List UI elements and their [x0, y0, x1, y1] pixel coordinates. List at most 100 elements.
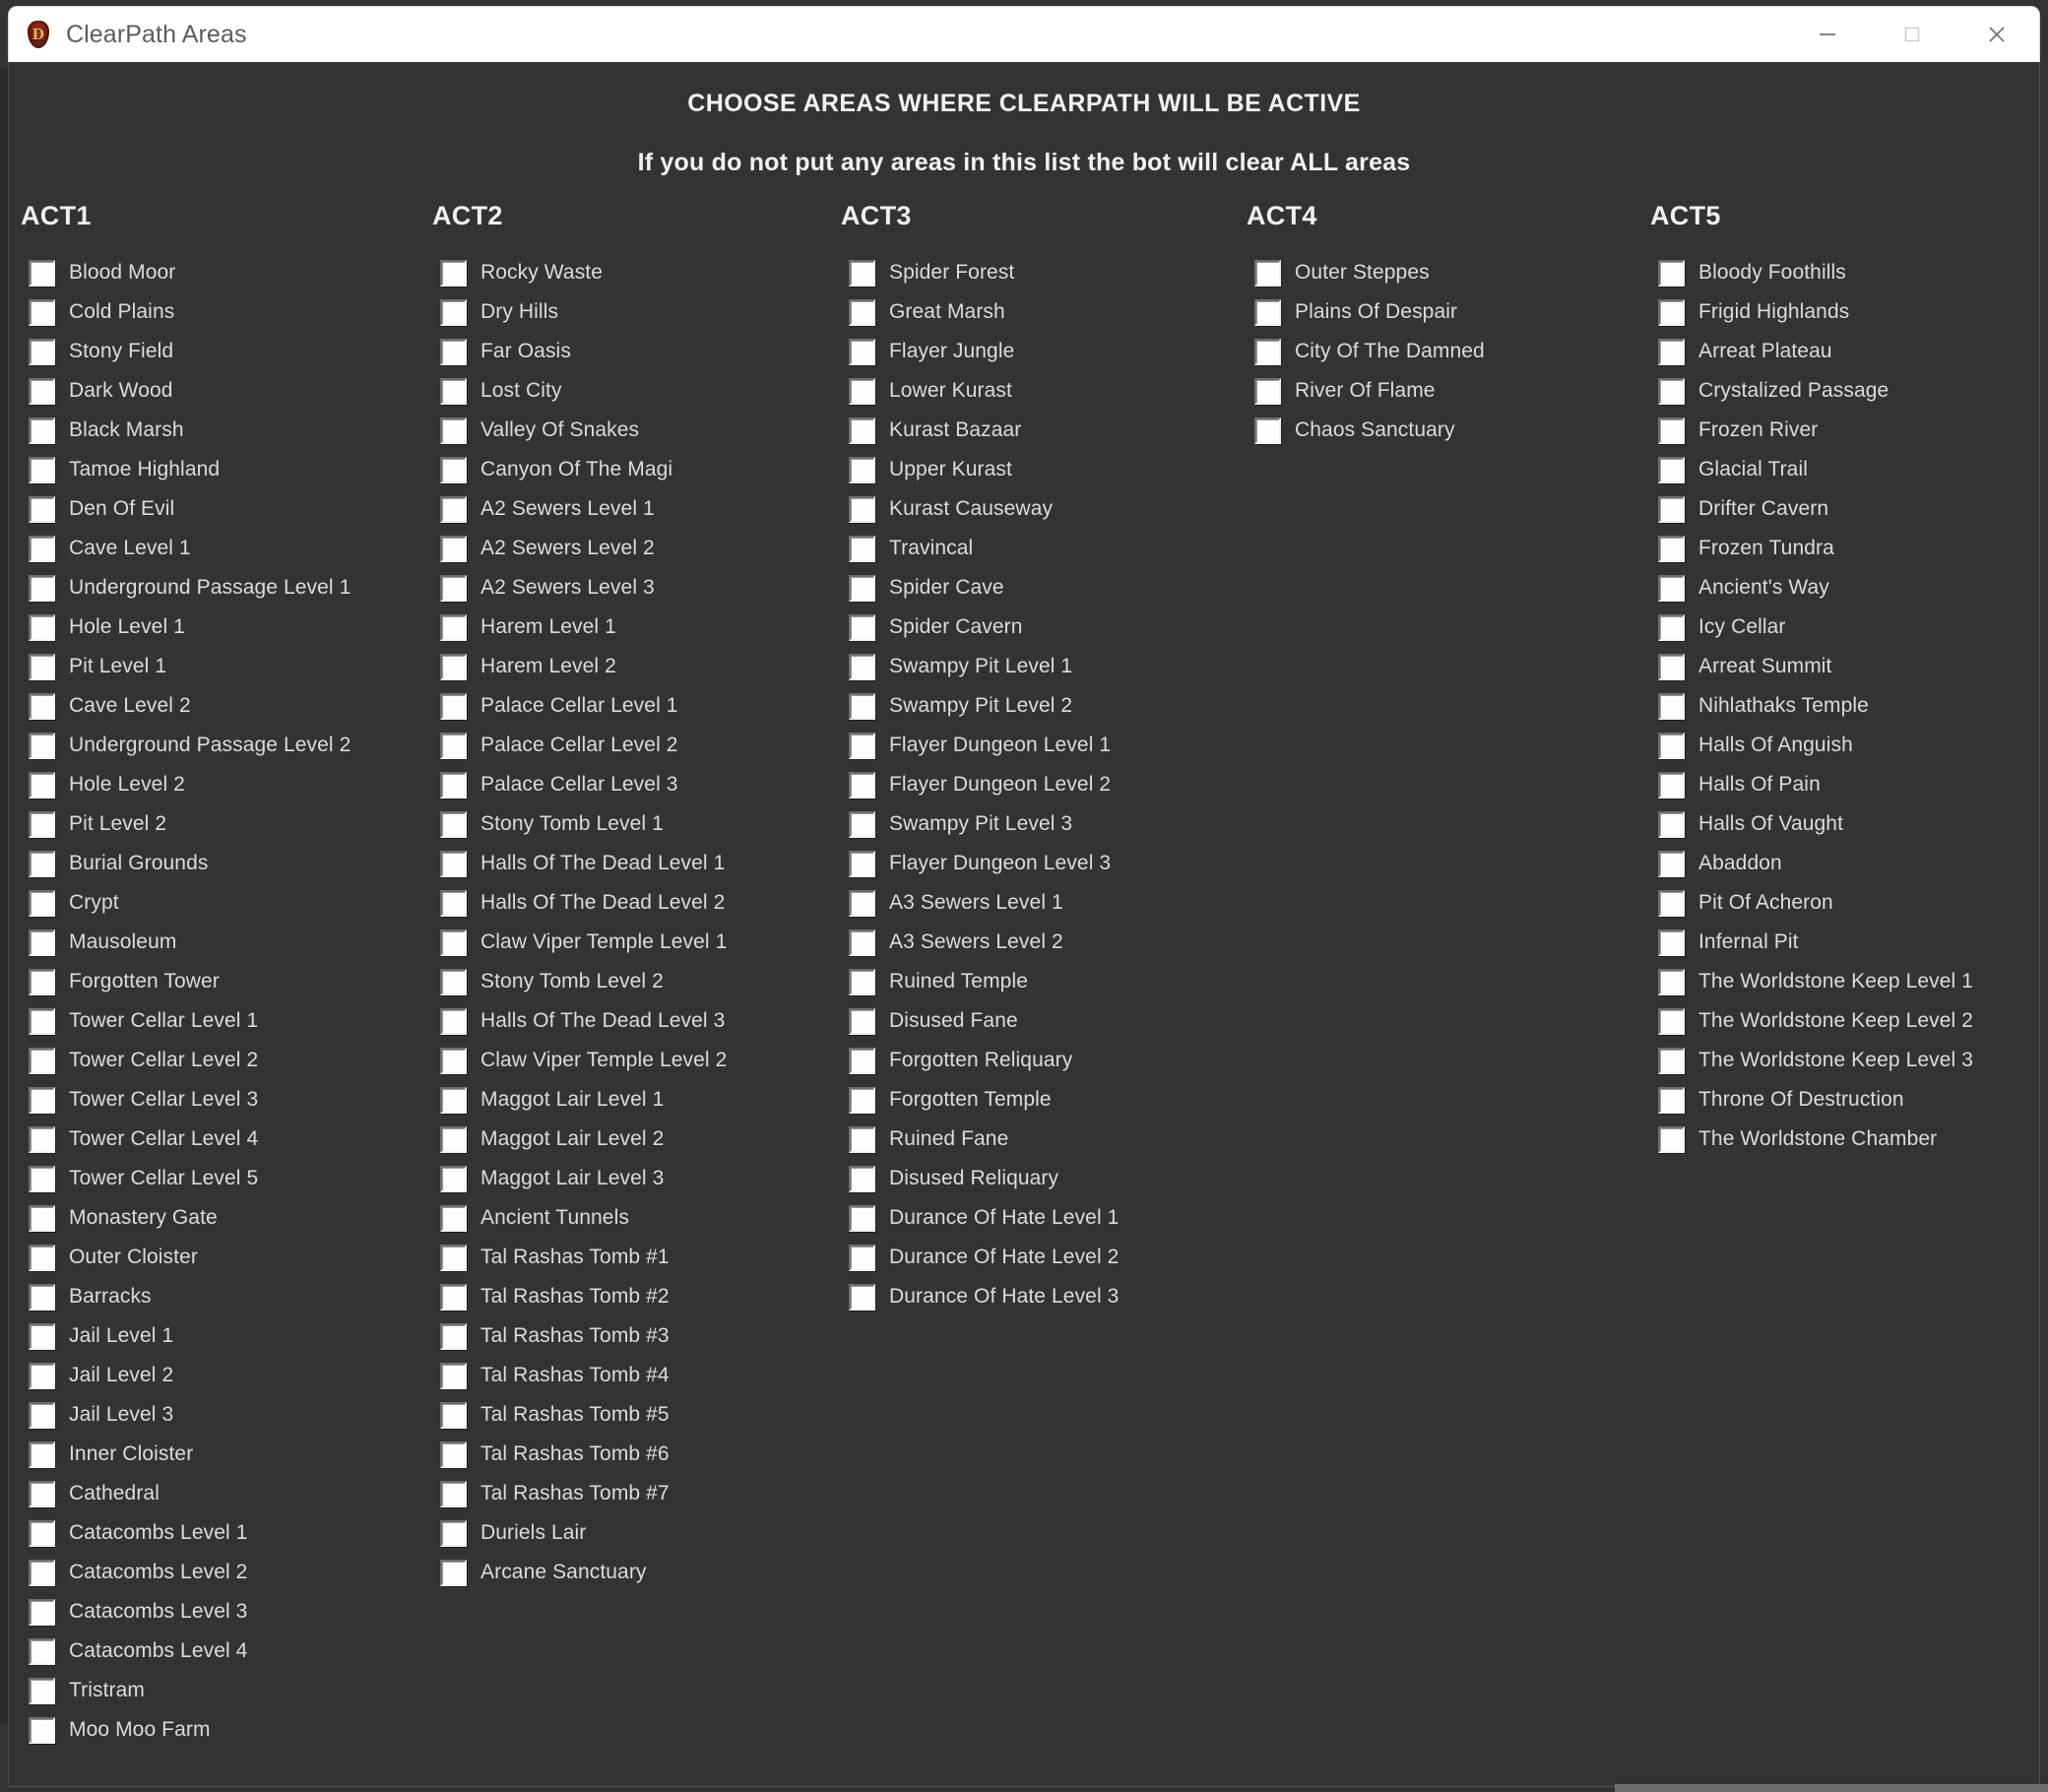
area-checkbox-row[interactable]: Pit Level 2 [9, 804, 422, 844]
checkbox-unchecked-icon[interactable] [1658, 1007, 1685, 1035]
area-checkbox-row[interactable]: Tal Rashas Tomb #5 [420, 1395, 834, 1435]
checkbox-unchecked-icon[interactable] [1254, 259, 1281, 287]
area-checkbox-row[interactable]: Infernal Pit [1638, 923, 2039, 962]
area-checkbox-row[interactable]: Halls Of Vaught [1638, 804, 2039, 844]
checkbox-unchecked-icon[interactable] [1658, 495, 1685, 523]
checkbox-unchecked-icon[interactable] [29, 456, 55, 483]
checkbox-unchecked-icon[interactable] [440, 535, 467, 562]
area-checkbox-row[interactable]: Arreat Summit [1638, 647, 2039, 686]
area-checkbox-row[interactable]: Hole Level 1 [9, 608, 422, 647]
area-checkbox-row[interactable]: Palace Cellar Level 1 [420, 686, 834, 726]
checkbox-unchecked-icon[interactable] [440, 495, 467, 523]
area-checkbox-row[interactable]: Jail Level 1 [9, 1316, 422, 1356]
area-checkbox-row[interactable]: A2 Sewers Level 2 [420, 529, 834, 568]
area-checkbox-row[interactable]: Blood Moor [9, 253, 422, 292]
checkbox-unchecked-icon[interactable] [1658, 259, 1685, 287]
area-checkbox-row[interactable]: The Worldstone Chamber [1638, 1120, 2039, 1159]
checkbox-unchecked-icon[interactable] [849, 850, 875, 877]
area-checkbox-row[interactable]: Tal Rashas Tomb #4 [420, 1356, 834, 1395]
area-checkbox-row[interactable]: Flayer Dungeon Level 1 [829, 726, 1243, 765]
area-checkbox-row[interactable]: A3 Sewers Level 1 [829, 883, 1243, 923]
area-checkbox-row[interactable]: Ancient's Way [1638, 568, 2039, 608]
checkbox-unchecked-icon[interactable] [29, 259, 55, 287]
area-checkbox-row[interactable]: Rocky Waste [420, 253, 834, 292]
area-checkbox-row[interactable]: Halls Of The Dead Level 2 [420, 883, 834, 923]
checkbox-unchecked-icon[interactable] [29, 1637, 55, 1665]
area-checkbox-row[interactable]: Ancient Tunnels [420, 1198, 834, 1238]
area-checkbox-row[interactable]: Catacombs Level 4 [9, 1632, 422, 1671]
checkbox-unchecked-icon[interactable] [1254, 298, 1281, 326]
checkbox-unchecked-icon[interactable] [29, 968, 55, 995]
area-checkbox-row[interactable]: Maggot Lair Level 2 [420, 1120, 834, 1159]
checkbox-unchecked-icon[interactable] [849, 1125, 875, 1153]
checkbox-unchecked-icon[interactable] [849, 613, 875, 641]
area-checkbox-row[interactable]: Disused Reliquary [829, 1159, 1243, 1198]
area-checkbox-row[interactable]: Underground Passage Level 1 [9, 568, 422, 608]
checkbox-unchecked-icon[interactable] [849, 692, 875, 720]
checkbox-unchecked-icon[interactable] [440, 653, 467, 680]
checkbox-unchecked-icon[interactable] [29, 732, 55, 759]
area-checkbox-row[interactable]: Lost City [420, 371, 834, 411]
checkbox-unchecked-icon[interactable] [849, 377, 875, 405]
checkbox-unchecked-icon[interactable] [29, 495, 55, 523]
checkbox-unchecked-icon[interactable] [29, 1440, 55, 1468]
area-checkbox-row[interactable]: Swampy Pit Level 2 [829, 686, 1243, 726]
checkbox-unchecked-icon[interactable] [440, 1047, 467, 1074]
checkbox-unchecked-icon[interactable] [440, 771, 467, 799]
checkbox-unchecked-icon[interactable] [849, 259, 875, 287]
checkbox-unchecked-icon[interactable] [440, 456, 467, 483]
checkbox-unchecked-icon[interactable] [440, 298, 467, 326]
area-checkbox-row[interactable]: Claw Viper Temple Level 2 [420, 1041, 834, 1080]
checkbox-unchecked-icon[interactable] [440, 1480, 467, 1507]
checkbox-unchecked-icon[interactable] [1658, 1125, 1685, 1153]
checkbox-unchecked-icon[interactable] [440, 850, 467, 877]
area-checkbox-row[interactable]: Halls Of Pain [1638, 765, 2039, 804]
area-checkbox-row[interactable]: Spider Cave [829, 568, 1243, 608]
checkbox-unchecked-icon[interactable] [29, 377, 55, 405]
area-checkbox-row[interactable]: Ruined Fane [829, 1120, 1243, 1159]
checkbox-unchecked-icon[interactable] [1658, 850, 1685, 877]
checkbox-unchecked-icon[interactable] [1254, 377, 1281, 405]
checkbox-unchecked-icon[interactable] [849, 298, 875, 326]
checkbox-unchecked-icon[interactable] [849, 1086, 875, 1114]
area-checkbox-row[interactable]: Great Marsh [829, 292, 1243, 332]
area-checkbox-row[interactable]: Pit Level 1 [9, 647, 422, 686]
checkbox-unchecked-icon[interactable] [1658, 889, 1685, 917]
area-checkbox-row[interactable]: Drifter Cavern [1638, 489, 2039, 529]
area-checkbox-row[interactable]: Durance Of Hate Level 3 [829, 1277, 1243, 1316]
area-checkbox-row[interactable]: The Worldstone Keep Level 2 [1638, 1001, 2039, 1041]
checkbox-unchecked-icon[interactable] [29, 1559, 55, 1586]
area-checkbox-row[interactable]: A3 Sewers Level 2 [829, 923, 1243, 962]
checkbox-unchecked-icon[interactable] [29, 338, 55, 365]
area-checkbox-row[interactable]: Disused Fane [829, 1001, 1243, 1041]
checkbox-unchecked-icon[interactable] [849, 1244, 875, 1271]
checkbox-unchecked-icon[interactable] [1658, 771, 1685, 799]
checkbox-unchecked-icon[interactable] [440, 1165, 467, 1192]
area-checkbox-row[interactable]: City Of The Damned [1235, 332, 1648, 371]
checkbox-unchecked-icon[interactable] [440, 1440, 467, 1468]
area-checkbox-row[interactable]: Tal Rashas Tomb #6 [420, 1435, 834, 1474]
area-checkbox-row[interactable]: Palace Cellar Level 2 [420, 726, 834, 765]
area-checkbox-row[interactable]: Crypt [9, 883, 422, 923]
checkbox-unchecked-icon[interactable] [29, 1480, 55, 1507]
checkbox-unchecked-icon[interactable] [849, 1165, 875, 1192]
area-checkbox-row[interactable]: Cave Level 2 [9, 686, 422, 726]
checkbox-unchecked-icon[interactable] [440, 1283, 467, 1311]
checkbox-unchecked-icon[interactable] [440, 1007, 467, 1035]
area-checkbox-row[interactable]: Maggot Lair Level 3 [420, 1159, 834, 1198]
area-checkbox-row[interactable]: Tal Rashas Tomb #2 [420, 1277, 834, 1316]
checkbox-unchecked-icon[interactable] [1658, 1086, 1685, 1114]
checkbox-unchecked-icon[interactable] [1658, 298, 1685, 326]
checkbox-unchecked-icon[interactable] [29, 810, 55, 838]
maximize-icon[interactable] [1870, 7, 1954, 62]
area-checkbox-row[interactable]: Spider Cavern [829, 608, 1243, 647]
checkbox-unchecked-icon[interactable] [29, 535, 55, 562]
area-checkbox-row[interactable]: Spider Forest [829, 253, 1243, 292]
checkbox-unchecked-icon[interactable] [29, 889, 55, 917]
checkbox-unchecked-icon[interactable] [849, 574, 875, 602]
area-checkbox-row[interactable]: Throne Of Destruction [1638, 1080, 2039, 1120]
area-checkbox-row[interactable]: Mausoleum [9, 923, 422, 962]
checkbox-unchecked-icon[interactable] [849, 416, 875, 444]
area-checkbox-row[interactable]: Frozen Tundra [1638, 529, 2039, 568]
checkbox-unchecked-icon[interactable] [849, 732, 875, 759]
